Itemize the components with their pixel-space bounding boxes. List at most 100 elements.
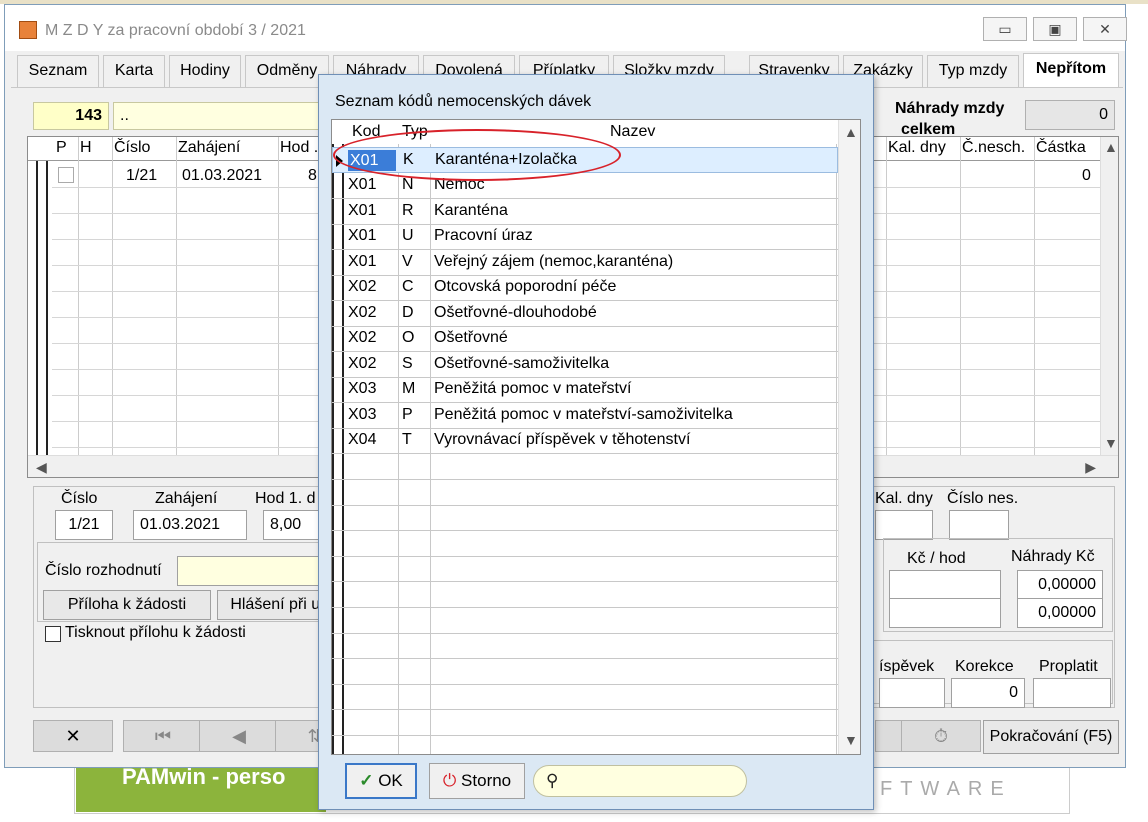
row-typ: C [402, 278, 414, 295]
summary-label-line1: Náhrady mzdy [895, 100, 1005, 117]
storno-button[interactable]: ⏻ Storno [429, 763, 525, 799]
scroll-up-icon[interactable]: ▲ [844, 124, 858, 140]
scroll-down-icon[interactable]: ▼ [844, 732, 858, 748]
tisknout-checkbox[interactable] [45, 626, 61, 642]
row-typ: U [402, 227, 414, 244]
row-kod: X02 [348, 304, 377, 321]
kc-hod-field-1[interactable] [889, 570, 1001, 600]
timer-icon[interactable]: ⏱ [901, 720, 981, 752]
empty-row [332, 505, 838, 531]
row-nazev: Peněžitá pomoc v mateřství-samoživitelka [434, 406, 733, 423]
row-nazev: Otcovská poporodní péče [434, 278, 617, 295]
row-castka: 0 [1082, 167, 1091, 184]
first-record-icon[interactable]: ⏮ [123, 720, 203, 752]
empty-row [332, 710, 838, 736]
header-castka: Částka [1036, 139, 1086, 156]
nahrady-kc-field-1[interactable]: 0,00000 [1017, 570, 1103, 600]
header-hod: Hod . [280, 139, 319, 156]
row-kod: X01 [348, 227, 377, 244]
scroll-right-icon[interactable]: ▶ [1085, 459, 1096, 476]
detail-kal-dny-field[interactable] [875, 510, 933, 540]
detail-cislo-field[interactable]: 1/21 [55, 510, 113, 540]
storno-label: Storno [461, 771, 512, 790]
employee-name-field[interactable]: .. [113, 102, 333, 130]
code-list[interactable]: Kod Typ Nazev X01 K Karanténa+Izolačka X… [331, 119, 861, 755]
tisknout-label: Tisknout přílohu k žádosti [65, 624, 246, 641]
tab-karta[interactable]: Karta [103, 55, 165, 87]
grid-vertical-scrollbar[interactable]: ▲ ▼ [1100, 137, 1118, 455]
scroll-left-icon[interactable]: ◀ [36, 459, 47, 476]
grid-row-indicator [28, 161, 52, 455]
tab-hodiny[interactable]: Hodiny [169, 55, 241, 87]
list-row[interactable]: X04 T Vyrovnávací příspěvek v těhotenství [332, 428, 838, 454]
scroll-down-icon[interactable]: ▼ [1104, 435, 1118, 451]
window-title: M Z D Y za pracovní období 3 / 2021 [45, 22, 306, 39]
list-row[interactable]: X02 C Otcovská poporodní péče [332, 275, 838, 301]
prispevek-label: íspěvek [879, 658, 935, 675]
continue-button[interactable]: Pokračování (F5) [983, 720, 1119, 754]
tab-nepritom[interactable]: Nepřítom [1023, 53, 1119, 87]
row-typ: M [402, 380, 416, 397]
kc-hod-field-2[interactable] [889, 598, 1001, 628]
list-row[interactable]: X02 S Ošetřovné-samoživitelka [332, 352, 838, 378]
detail-zahajeni-field[interactable]: 01.03.2021 [133, 510, 247, 540]
ok-label: OK [378, 771, 403, 790]
row-kod: X02 [348, 278, 377, 295]
detail-hod-field[interactable]: 8,00 [263, 510, 323, 540]
employee-id-field[interactable]: 143 [33, 102, 109, 130]
detail-cislo-nes-label: Číslo nes. [947, 490, 1019, 507]
header-h: H [80, 139, 92, 156]
row-typ: V [402, 253, 413, 270]
priloha-button[interactable]: Příloha k žádosti [43, 590, 211, 620]
row-zahajeni: 01.03.2021 [182, 167, 263, 184]
detail-cislo-label: Číslo [61, 490, 98, 507]
list-row[interactable]: X01 U Pracovní úraz [332, 224, 838, 250]
dialog-title: Seznam kódů nemocenských dávek [335, 93, 592, 110]
list-row[interactable]: X02 O Ošetřovné [332, 326, 838, 352]
list-row[interactable]: X01 V Veřejný zájem (nemoc,karanténa) [332, 250, 838, 276]
close-window-button[interactable]: ✕ [1083, 17, 1127, 41]
header-nazev: Nazev [610, 123, 656, 140]
row-nazev: Peněžitá pomoc v mateřství [434, 380, 632, 397]
maximize-button[interactable]: ▣ [1033, 17, 1077, 41]
list-row[interactable]: X03 P Peněžitá pomoc v mateřství-samoživit… [332, 403, 838, 429]
power-icon: ⏻ [442, 771, 457, 790]
nahrady-kc-field-2[interactable]: 0,00000 [1017, 598, 1103, 628]
list-row[interactable]: X02 D Ošetřovné-dlouhodobé [332, 301, 838, 327]
empty-row [332, 684, 838, 710]
empty-row [332, 454, 838, 480]
row-typ: T [402, 431, 412, 448]
summary-value: 0 [1025, 100, 1115, 130]
ok-button[interactable]: ✓ OK [345, 763, 417, 799]
row-nazev: Ošetřovné [434, 329, 508, 346]
row-typ: S [402, 355, 413, 372]
list-vertical-scrollbar[interactable]: ▲ ▼ [838, 120, 860, 754]
empty-row [332, 480, 838, 506]
korekce-field[interactable]: 0 [951, 678, 1025, 708]
row-kod: X02 [348, 329, 377, 346]
minimize-button[interactable]: ▭ [983, 17, 1027, 41]
proplatit-field[interactable] [1033, 678, 1111, 708]
detail-zahajeni-label: Zahájení [155, 490, 218, 507]
row-p-checkbox[interactable] [58, 167, 74, 183]
row-kod: X04 [348, 431, 377, 448]
app-icon [19, 21, 37, 39]
empty-row [332, 582, 838, 608]
close-icon[interactable]: ✕ [33, 720, 113, 752]
row-nazev: Vyrovnávací příspěvek v těhotenství [434, 431, 691, 448]
header-kal-dny: Kal. dny [888, 139, 946, 156]
list-row[interactable]: X03 M Peněžitá pomoc v mateřství [332, 377, 838, 403]
tab-seznam[interactable]: Seznam [17, 55, 99, 87]
scroll-up-icon[interactable]: ▲ [1104, 139, 1118, 155]
rozhodnuti-field[interactable] [177, 556, 337, 586]
prispevek-field[interactable] [879, 678, 945, 708]
search-input[interactable]: ⚲ [533, 765, 747, 797]
tab-odmeny[interactable]: Odměny [245, 55, 329, 87]
detail-cislo-nes-field[interactable] [949, 510, 1009, 540]
header-zahajeni: Zahájení [178, 139, 241, 156]
tab-typ-mzdy[interactable]: Typ mzdy [927, 55, 1019, 87]
check-icon: ✓ [359, 771, 374, 790]
code-list-dialog: Seznam kódů nemocenských dávek Kod Typ N… [318, 74, 874, 810]
list-row[interactable]: X01 R Karanténa [332, 199, 838, 225]
prev-record-icon[interactable]: ◀ [199, 720, 279, 752]
